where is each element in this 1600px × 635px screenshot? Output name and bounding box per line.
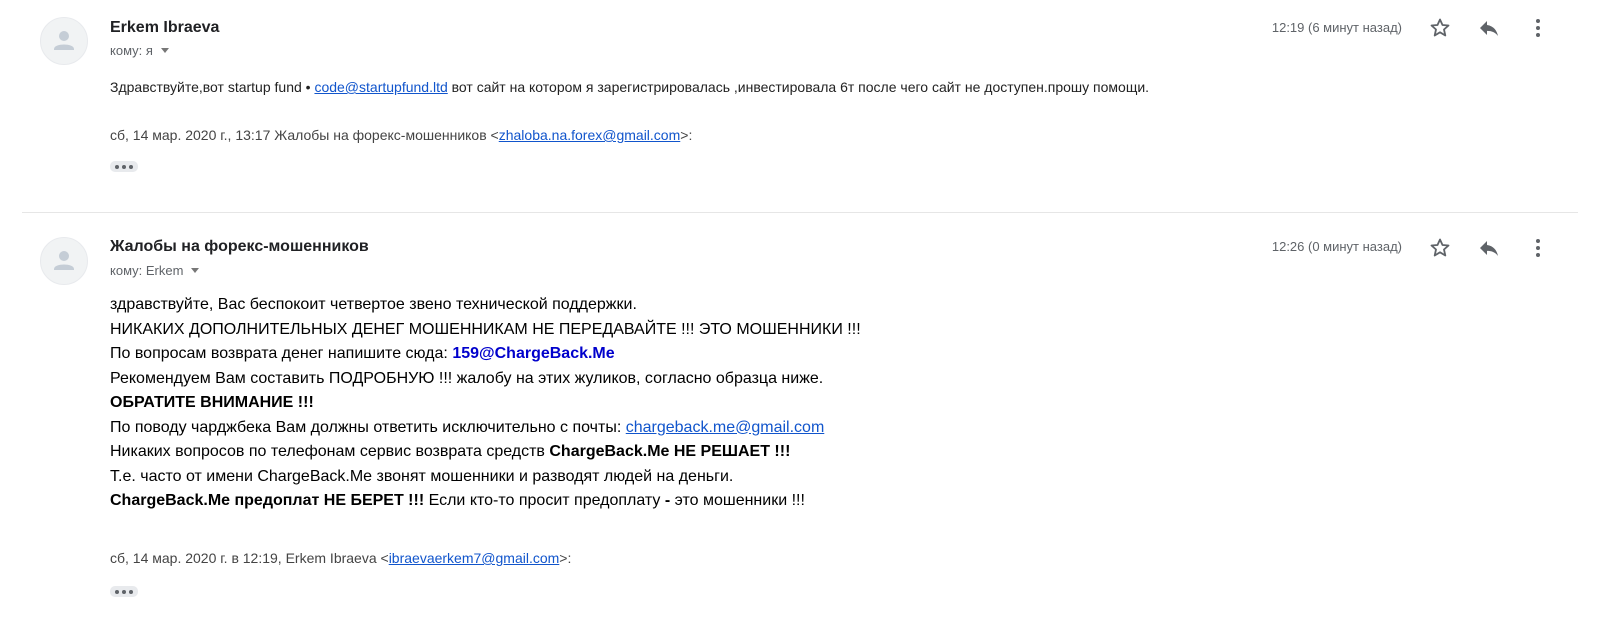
quote-email-link[interactable]: ibraevaerkem7@gmail.com [389, 550, 560, 566]
quote-attribution-text: сб, 14 мар. 2020 г. в 12:19, Erkem Ibrae… [110, 550, 389, 566]
body-line: Никаких вопросов по телефонам сервис воз… [110, 440, 861, 465]
quote-attribution-end: >: [559, 550, 572, 566]
message-body: Здравствуйте,вот startup fund • code@sta… [110, 79, 1149, 95]
reply-icon[interactable] [1477, 236, 1501, 260]
sender-name[interactable]: Erkem Ibraeva [110, 19, 219, 37]
recipient-label: кому: я [110, 43, 153, 58]
email-message-1: Erkem Ibraeva кому: я 12:19 (6 минут наз… [0, 0, 1600, 212]
reply-icon[interactable] [1477, 16, 1501, 40]
sender-avatar[interactable] [40, 17, 88, 65]
body-line-text: Если кто-то просит предоплату [424, 492, 665, 509]
body-text-start: Здравствуйте,вот startup fund • [110, 79, 315, 95]
body-line: По поводу чарджбека Вам должны ответить … [110, 416, 861, 441]
caret-down-icon[interactable] [160, 48, 169, 53]
recipient-details[interactable]: кому: Erkem [110, 263, 200, 278]
star-icon[interactable] [1428, 236, 1452, 260]
quote-attribution: сб, 14 мар. 2020 г. в 12:19, Erkem Ibrae… [110, 550, 571, 566]
recipient-label: кому: Erkem [110, 263, 184, 278]
body-line: Т.е. часто от имени ChargeBack.Me звонят… [110, 467, 734, 485]
more-vert-icon[interactable] [1526, 16, 1550, 40]
body-line-text: По вопросам возврата денег напишите сюда… [110, 345, 453, 362]
caret-down-icon[interactable] [191, 268, 200, 273]
body-text-end: вот сайт на котором я зарегистрировалась… [447, 79, 1150, 95]
person-avatar-icon [54, 251, 74, 270]
quote-email-link[interactable]: zhaloba.na.forex@gmail.com [499, 127, 681, 143]
quote-attribution-end: >: [680, 127, 693, 143]
chargeback-email[interactable]: 159@ChargeBack.Me [452, 345, 614, 362]
body-line-text: Никаких вопросов по телефонам сервис воз… [110, 443, 550, 460]
show-trimmed-content-button[interactable] [110, 586, 138, 597]
message-time: 12:26 (0 минут назад) [1271, 239, 1402, 254]
body-email-link[interactable]: code@startupfund.ltd [314, 79, 447, 95]
person-avatar-icon [54, 31, 74, 50]
gmail-contact-link[interactable]: chargeback.me@gmail.com [626, 419, 825, 436]
body-line-bold: ChargeBack.Me предоплат НЕ БЕРЕТ !!! [110, 492, 425, 509]
message-time: 12:19 (6 минут назад) [1271, 20, 1402, 35]
body-line: ChargeBack.Me предоплат НЕ БЕРЕТ !!! Есл… [110, 489, 861, 514]
more-vert-icon[interactable] [1526, 236, 1550, 260]
body-line: Рекомендуем Вам составить ПОДРОБНУЮ !!! … [110, 369, 824, 387]
show-trimmed-content-button[interactable] [110, 161, 138, 172]
message-body: здравствуйте, Вас беспокоит четвертое зв… [110, 293, 861, 514]
recipient-details[interactable]: кому: я [110, 43, 169, 58]
sender-name[interactable]: Жалобы на форекс-мошенников [110, 238, 369, 256]
quote-attribution-text: сб, 14 мар. 2020 г., 13:17 Жалобы на фор… [110, 127, 499, 143]
body-line-bold: ChargeBack.Me НЕ РЕШАЕТ !!! [549, 443, 791, 460]
body-line-text: это мошенники !!! [670, 492, 805, 509]
message-divider [22, 212, 1578, 213]
body-line-text: По поводу чарджбека Вам должны ответить … [110, 418, 626, 436]
body-line: НИКАКИХ ДОПОЛНИТЕЛЬНЫХ ДЕНЕГ МОШЕННИКАМ … [110, 320, 861, 338]
star-icon[interactable] [1428, 16, 1452, 40]
body-line: здравствуйте, Вас беспокоит четвертое зв… [110, 296, 637, 313]
body-line-emphasis: ОБРАТИТЕ ВНИМАНИЕ !!! [110, 394, 314, 411]
sender-avatar[interactable] [40, 237, 88, 285]
body-line: По вопросам возврата денег напишите сюда… [110, 342, 861, 367]
quote-attribution: сб, 14 мар. 2020 г., 13:17 Жалобы на фор… [110, 127, 692, 143]
